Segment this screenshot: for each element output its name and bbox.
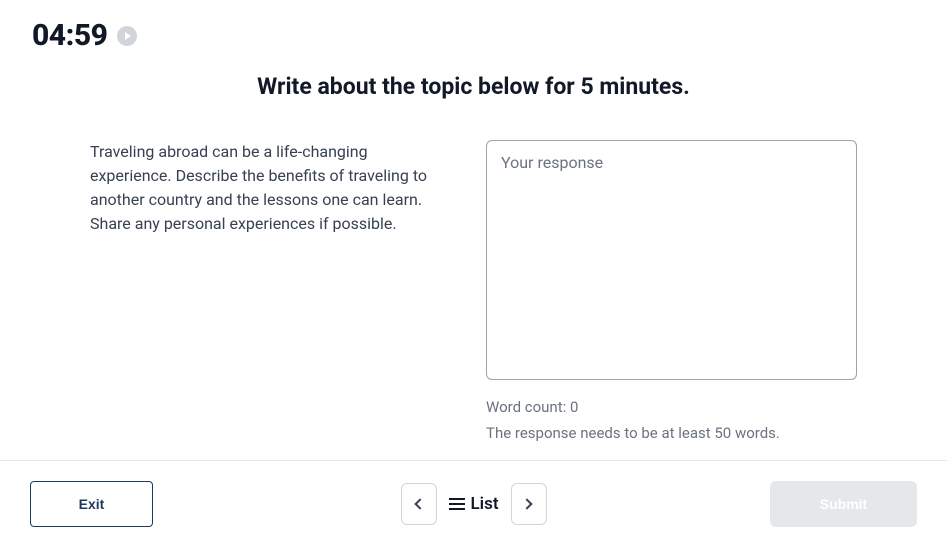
- next-button[interactable]: [511, 483, 547, 525]
- timer-display: 04:59: [32, 18, 107, 53]
- response-input[interactable]: [486, 140, 857, 380]
- word-count: Word count: 0: [486, 398, 857, 416]
- menu-icon: [448, 498, 464, 510]
- list-button[interactable]: List: [448, 494, 498, 514]
- page-heading: Write about the topic below for 5 minute…: [0, 73, 947, 100]
- chevron-left-icon: [414, 498, 425, 509]
- play-icon[interactable]: [117, 26, 137, 46]
- exit-button[interactable]: Exit: [30, 481, 153, 527]
- submit-button[interactable]: Submit: [770, 481, 917, 527]
- footer-bar: Exit List Submit: [0, 460, 947, 535]
- prompt-text: Traveling abroad can be a life-changing …: [90, 140, 438, 442]
- chevron-right-icon: [521, 498, 532, 509]
- prev-button[interactable]: [400, 483, 436, 525]
- word-requirement-note: The response needs to be at least 50 wor…: [486, 424, 857, 442]
- list-label: List: [470, 494, 498, 514]
